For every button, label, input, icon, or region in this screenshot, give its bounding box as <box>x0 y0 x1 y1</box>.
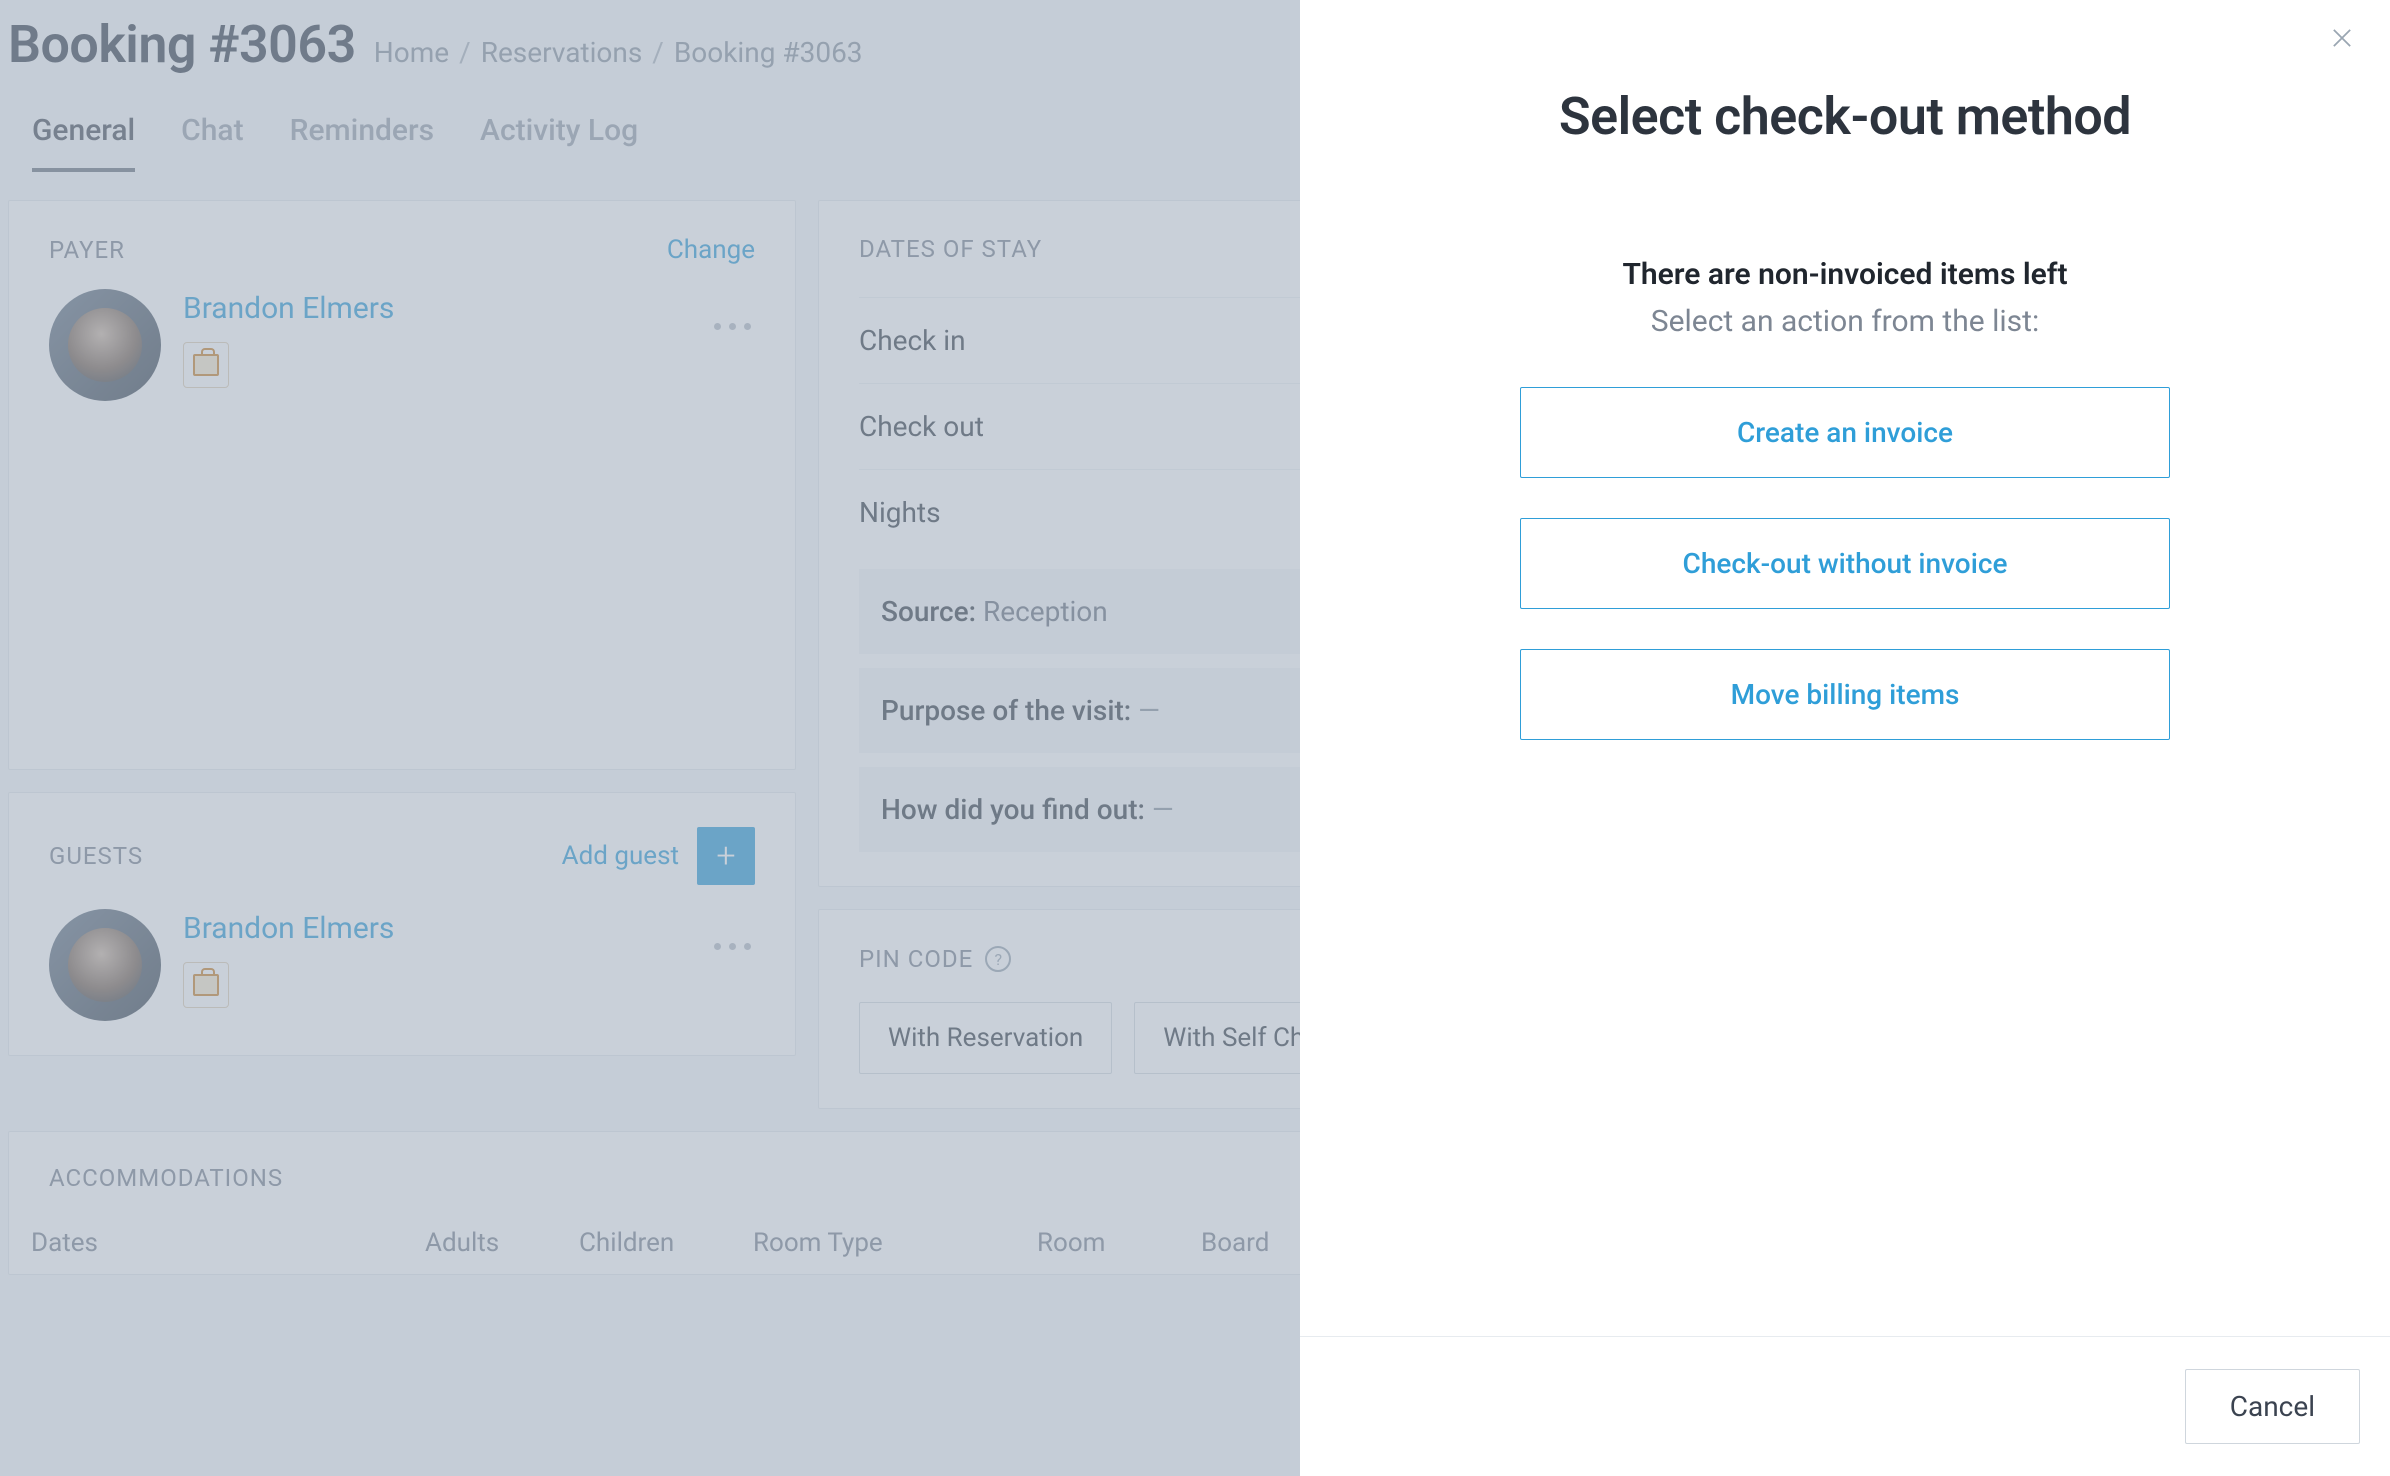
findout-label: How did you find out: <box>881 793 1145 826</box>
with-reservation-button[interactable]: With Reservation <box>859 1002 1112 1074</box>
findout-value: — <box>1152 793 1174 826</box>
drawer-notice-sub: Select an action from the list: <box>1651 304 2039 339</box>
guest-row: Brandon Elmers <box>49 909 755 1021</box>
col-board: Board <box>1201 1228 1301 1258</box>
breadcrumb: Home / Reservations / Booking #3063 <box>374 36 863 69</box>
help-icon[interactable]: ? <box>985 946 1011 972</box>
change-payer-link[interactable]: Change <box>667 235 755 265</box>
page-title: Booking #3063 <box>8 14 356 75</box>
col-children: Children <box>579 1228 699 1258</box>
col-room: Room <box>1037 1228 1147 1258</box>
breadcrumb-sep: / <box>652 36 664 69</box>
tab-chat[interactable]: Chat <box>181 113 243 172</box>
checkout-drawer: Select check-out method There are non-in… <box>1300 0 2390 1476</box>
tab-general[interactable]: General <box>32 113 135 172</box>
breadcrumb-reservations[interactable]: Reservations <box>481 36 643 69</box>
source-value: Reception <box>983 595 1108 628</box>
add-guest-button[interactable]: + <box>697 827 755 885</box>
checkout-without-invoice-button[interactable]: Check-out without invoice <box>1520 518 2170 609</box>
guests-card: GUESTS Add guest + Brandon Elmers <box>8 792 796 1056</box>
breadcrumb-sep: / <box>459 36 471 69</box>
purpose-label: Purpose of the visit: <box>881 694 1131 727</box>
guest-row-menu[interactable] <box>714 943 751 950</box>
luggage-icon <box>183 342 229 388</box>
avatar <box>49 289 161 401</box>
purpose-value: — <box>1138 694 1160 727</box>
tab-reminders[interactable]: Reminders <box>290 113 434 172</box>
close-icon[interactable] <box>2324 20 2360 56</box>
source-label: Source: <box>881 595 976 628</box>
luggage-icon <box>183 962 229 1008</box>
breadcrumb-home[interactable]: Home <box>374 36 449 69</box>
payer-row-menu[interactable] <box>714 323 751 330</box>
breadcrumb-current: Booking #3063 <box>674 36 863 69</box>
create-invoice-button[interactable]: Create an invoice <box>1520 387 2170 478</box>
col-adults: Adults <box>425 1228 525 1258</box>
drawer-notice-strong: There are non-invoiced items left <box>1622 257 2067 292</box>
cancel-button[interactable]: Cancel <box>2185 1369 2360 1444</box>
move-billing-items-button[interactable]: Move billing items <box>1520 649 2170 740</box>
payer-name[interactable]: Brandon Elmers <box>183 291 394 326</box>
pincode-label: PIN CODE <box>859 945 973 973</box>
guest-name[interactable]: Brandon Elmers <box>183 911 394 946</box>
avatar <box>49 909 161 1021</box>
col-roomtype: Room Type <box>753 1228 983 1258</box>
col-dates: Dates <box>31 1228 371 1258</box>
payer-card: PAYER Change Brandon Elmers <box>8 200 796 770</box>
add-guest-link[interactable]: Add guest <box>562 841 679 871</box>
payer-section-label: PAYER <box>49 236 125 264</box>
tab-activity-log[interactable]: Activity Log <box>480 113 638 172</box>
guests-section-label: GUESTS <box>49 842 143 870</box>
payer-row: Brandon Elmers <box>49 289 755 401</box>
drawer-title: Select check-out method <box>1559 86 2131 147</box>
